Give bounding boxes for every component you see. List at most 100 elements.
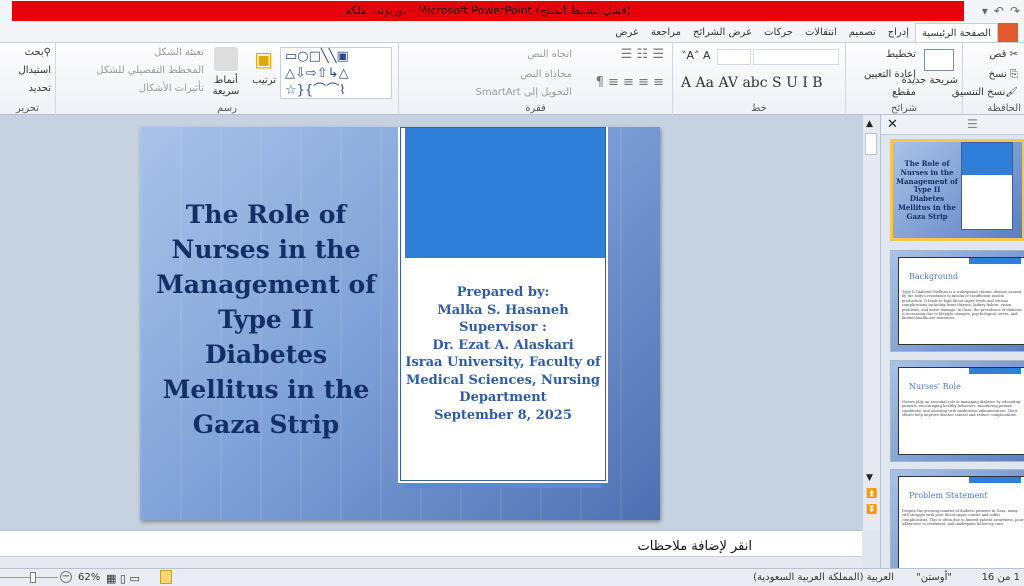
quick-access-toolbar: ▾ ↶ ↷ [966, 0, 1024, 22]
arrange-button[interactable]: ترتيب [252, 75, 276, 86]
thumbnail-title: Nurses' Role [909, 382, 961, 391]
align-icons[interactable]: ≡ ≡ ≡ ≡ ¶ [596, 75, 664, 90]
card-bottom-bar [405, 484, 601, 488]
thumbnail-body: Despite the growing number of diabetic p… [902, 509, 1024, 527]
dropdown-icon[interactable]: ▾ [982, 4, 988, 18]
tab-transitions[interactable]: انتقالات [799, 23, 843, 42]
list-icons[interactable]: ☰ ☷ ☰ [621, 47, 664, 62]
align-text-button[interactable]: محاذاة النص [520, 69, 572, 80]
layout-button[interactable]: تخطيط [886, 49, 916, 60]
scroll-up-icon[interactable]: ▲ [866, 119, 873, 129]
scroll-down-icon[interactable]: ▼ [866, 473, 873, 483]
view-icons[interactable]: ▭ ▯ ▦ [106, 572, 140, 585]
tab-slideshow[interactable]: عرض الشرائح [687, 23, 758, 42]
next-slide-icon[interactable]: ⏬ [866, 505, 877, 515]
group-label: فقرة [525, 103, 546, 114]
brush-icon: 🖌 [1005, 87, 1018, 98]
thumbnail-content: Nurses' Role Nurses play an essential rol… [898, 367, 1024, 455]
find-button[interactable]: ⚲بحث [25, 47, 51, 58]
slides-group: شريحة جديدة تخطيط إعادة التعيين مقطع شرا… [845, 43, 962, 115]
ribbon: ✂ قص ⎘ نسخ 🖌نسخ التنسيق الحافظة شريحة جد… [0, 42, 1024, 115]
supervisor-name: Dr. Ezat A. Alaskari [432, 337, 574, 353]
redo-icon[interactable]: ↷ [1010, 4, 1020, 18]
title-bar: بوربونت ملكه - Microsoft PowerPoint (فشل… [0, 0, 1024, 22]
window-title: بوربونت ملكه - Microsoft PowerPoint (فشل… [12, 1, 964, 21]
outline-icon[interactable]: ☰ [967, 117, 978, 131]
theme-name: "أوستن" [916, 572, 952, 583]
group-label: تحرير [15, 103, 40, 114]
slide-thumbnail-4[interactable]: Problem Statement Despite the growing num… [890, 469, 1024, 579]
thumbnail-content: Problem Statement Despite the growing num… [898, 476, 1024, 572]
subtitle-card[interactable]: Prepared by: Malka S. Hasaneh Supervisor… [400, 127, 606, 488]
author-name: Malka S. Hasaneh [437, 302, 569, 318]
group-label: خط [751, 103, 767, 114]
font-grow-shrink-icon[interactable]: A˄ A˅ [681, 49, 711, 62]
thumbnail-title: Problem Statement [909, 491, 988, 500]
font-name-select[interactable] [753, 49, 839, 65]
panel-header: ✕ ☰ [881, 115, 1024, 135]
font-size-select[interactable] [717, 49, 751, 65]
thumbnail-title: Background [909, 272, 959, 281]
institution: Israa University, Faculty of Medical Sci… [405, 355, 601, 405]
select-button[interactable]: تحديد [28, 83, 51, 94]
smartart-button[interactable]: التحويل إلى SmartArt [476, 87, 572, 98]
shape-outline-button[interactable]: المخطط التفصيلي للشكل [96, 65, 204, 76]
subtitle-text[interactable]: Prepared by: Malka S. Hasaneh Supervisor… [401, 284, 605, 424]
vertical-scrollbar[interactable]: ▲ ▼ ⏫ ⏬ [862, 115, 880, 530]
section-button[interactable]: مقطع [892, 87, 916, 98]
language[interactable]: العربية (المملكة العربية السعودية) [753, 572, 894, 583]
tab-insert[interactable]: إدراج [882, 23, 915, 42]
horizontal-scrollbar[interactable] [0, 556, 862, 568]
status-bar: 1 من 16 "أوستن" العربية (المملكة العربية… [0, 568, 1024, 586]
thumbnail-card [961, 142, 1013, 230]
tab-view[interactable]: عرض [609, 23, 645, 42]
slide-thumbnail-2[interactable]: Background Type II Diabetes Mellitus is a… [890, 250, 1024, 352]
new-slide-icon[interactable] [924, 49, 954, 71]
thumbnail-body: Nurses play an essential role in managin… [902, 400, 1021, 418]
clipboard-group: ✂ قص ⎘ نسخ 🖌نسخ التنسيق الحافظة [952, 43, 1024, 115]
drawing-group: ▭○□╲╲▣ △⇩⇨⇧↳△ ☆}{⌒⌒⌇ ▣ ترتيب أنماط سريعة ت… [55, 43, 398, 115]
tab-review[interactable]: مراجعة [645, 23, 687, 42]
shape-fill-button[interactable]: تعبئة الشكل [154, 47, 204, 58]
tab-animations[interactable]: حركات [758, 23, 799, 42]
thumbnail-tab [969, 368, 1021, 374]
copy-icon: ⎘ [1010, 69, 1018, 80]
quick-styles-button[interactable]: أنماط سريعة [210, 75, 242, 97]
notes-placeholder[interactable]: انقر لإضافة ملاحظات [638, 539, 752, 554]
copy-button[interactable]: ⎘ نسخ [989, 69, 1018, 80]
text-direction-button[interactable]: اتجاه النص [527, 49, 572, 60]
scroll-thumb[interactable] [865, 133, 877, 155]
slide-thumbnail-1[interactable]: The Role of Nurses in the Management of … [890, 139, 1024, 241]
slide-thumbnail-3[interactable]: Nurses' Role Nurses play an essential rol… [890, 360, 1024, 462]
tab-design[interactable]: تصميم [843, 23, 882, 42]
arrange-icon[interactable]: ▣ [254, 47, 273, 71]
zoom-level[interactable]: 62% [78, 572, 100, 583]
reset-button[interactable]: إعادة التعيين [864, 69, 916, 80]
binoculars-icon: ⚲ [43, 47, 51, 58]
cut-button[interactable]: ✂ قص [989, 49, 1018, 60]
group-label: الحافظة [987, 103, 1021, 114]
file-tab[interactable] [998, 23, 1018, 42]
paragraph-group: اتجاه النص محاذاة النص التحويل إلى Smart… [398, 43, 672, 115]
slide-title[interactable]: The Role of Nurses in the Management of … [156, 197, 376, 442]
thumbnail-tab [969, 477, 1021, 483]
replace-button[interactable]: استبدال [19, 65, 52, 76]
quick-styles-icon[interactable] [214, 47, 238, 71]
shapes-gallery[interactable]: ▭○□╲╲▣ △⇩⇨⇧↳△ ☆}{⌒⌒⌇ [280, 47, 392, 99]
zoom-out-icon[interactable]: − [60, 571, 72, 583]
current-slide[interactable]: The Role of Nurses in the Management of … [140, 127, 660, 520]
supervisor-label: Supervisor : [459, 320, 547, 335]
previous-slide-icon[interactable]: ⏫ [866, 489, 877, 499]
slides-panel: ✕ ☰ The Role of Nurses in the Management… [880, 115, 1024, 579]
close-icon[interactable]: ✕ [887, 117, 898, 132]
normal-view-icon[interactable] [160, 570, 172, 584]
zoom-slider-thumb[interactable] [30, 572, 36, 583]
date: September 8, 2025 [434, 407, 572, 423]
bold-italic-underline-icons[interactable]: A Aa AV abc S U I B [681, 75, 823, 91]
undo-icon[interactable]: ↶ [994, 4, 1004, 18]
editing-group: ⚲بحث استبدال تحديد تحرير [0, 43, 55, 115]
tab-home[interactable]: الصفحة الرئيسية [915, 23, 998, 42]
font-group: A˄ A˅ A Aa AV abc S U I B خط [672, 43, 845, 115]
zoom-slider[interactable] [0, 577, 58, 578]
shape-effects-button[interactable]: تأثيرات الأشكال [139, 83, 204, 94]
